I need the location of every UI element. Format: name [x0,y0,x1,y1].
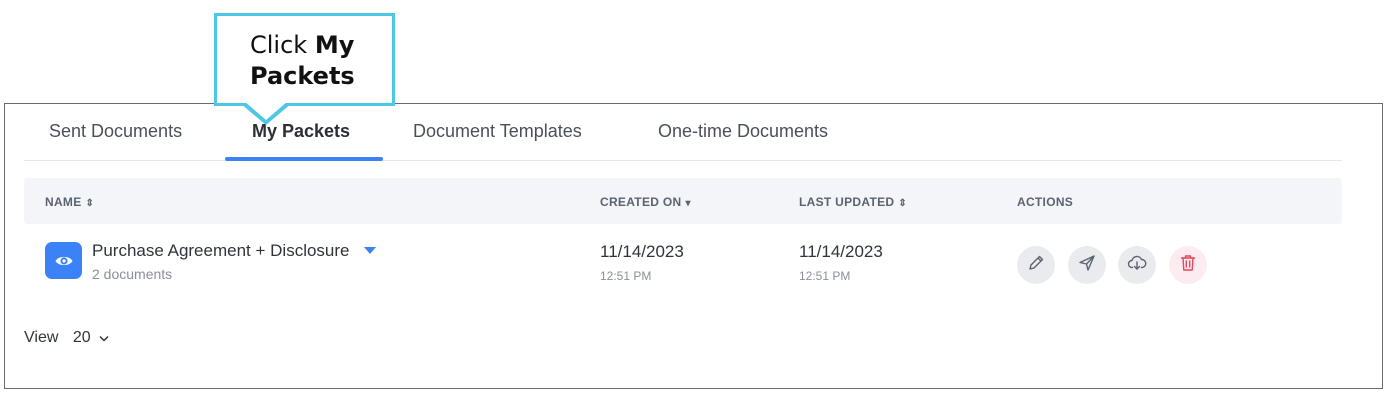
pencil-icon [1027,254,1045,277]
view-label: View [24,329,59,347]
tab-document-templates[interactable]: Document Templates [413,121,582,142]
sort-desc-icon: ▾ [685,198,691,209]
instruction-callout: Click My Packets [214,13,395,106]
edit-button[interactable] [1017,246,1055,284]
send-button[interactable] [1068,246,1106,284]
pagination-control: View 20 [24,329,109,347]
table-header: NAME ⇕ CREATED ON ▾ LAST UPDATED ⇕ ACTIONS [24,178,1342,224]
delete-button[interactable] [1169,246,1207,284]
updated-date: 11/14/2023 [799,242,883,261]
chevron-down-icon [99,329,109,347]
header-actions: ACTIONS [1017,195,1074,209]
table-row: Purchase Agreement + Disclosure 2 docume… [24,228,1342,296]
callout-prefix: Click [250,31,315,59]
updated-time: 12:51 PM [799,269,851,283]
download-button[interactable] [1118,246,1156,284]
created-date: 11/14/2023 [600,242,684,261]
created-time: 12:51 PM [600,269,652,283]
tab-bar: Sent Documents My Packets Document Templ… [24,104,1342,161]
sort-icon: ⇕ [898,198,908,209]
tab-sent-documents[interactable]: Sent Documents [49,121,182,142]
send-icon [1078,254,1096,277]
tab-one-time-documents[interactable]: One-time Documents [658,121,828,142]
header-last-updated[interactable]: LAST UPDATED ⇕ [799,195,907,209]
document-count: 2 documents [92,266,173,282]
callout-arrow-fill [244,101,288,120]
callout-strong-2: Packets [250,62,355,90]
active-tab-indicator [225,157,383,161]
header-name[interactable]: NAME ⇕ [45,195,94,209]
packet-name-link[interactable]: Purchase Agreement + Disclosure [92,241,350,261]
trash-icon [1180,254,1196,277]
cloud-download-icon [1127,254,1147,277]
callout-strong-1: My [314,31,355,59]
header-created-on[interactable]: CREATED ON ▾ [600,195,691,209]
eye-icon[interactable] [45,242,82,279]
packets-panel: Sent Documents My Packets Document Templ… [4,103,1383,389]
page-size-select[interactable]: 20 [73,329,109,346]
expand-caret-icon[interactable] [364,247,376,254]
sort-icon: ⇕ [85,198,95,209]
